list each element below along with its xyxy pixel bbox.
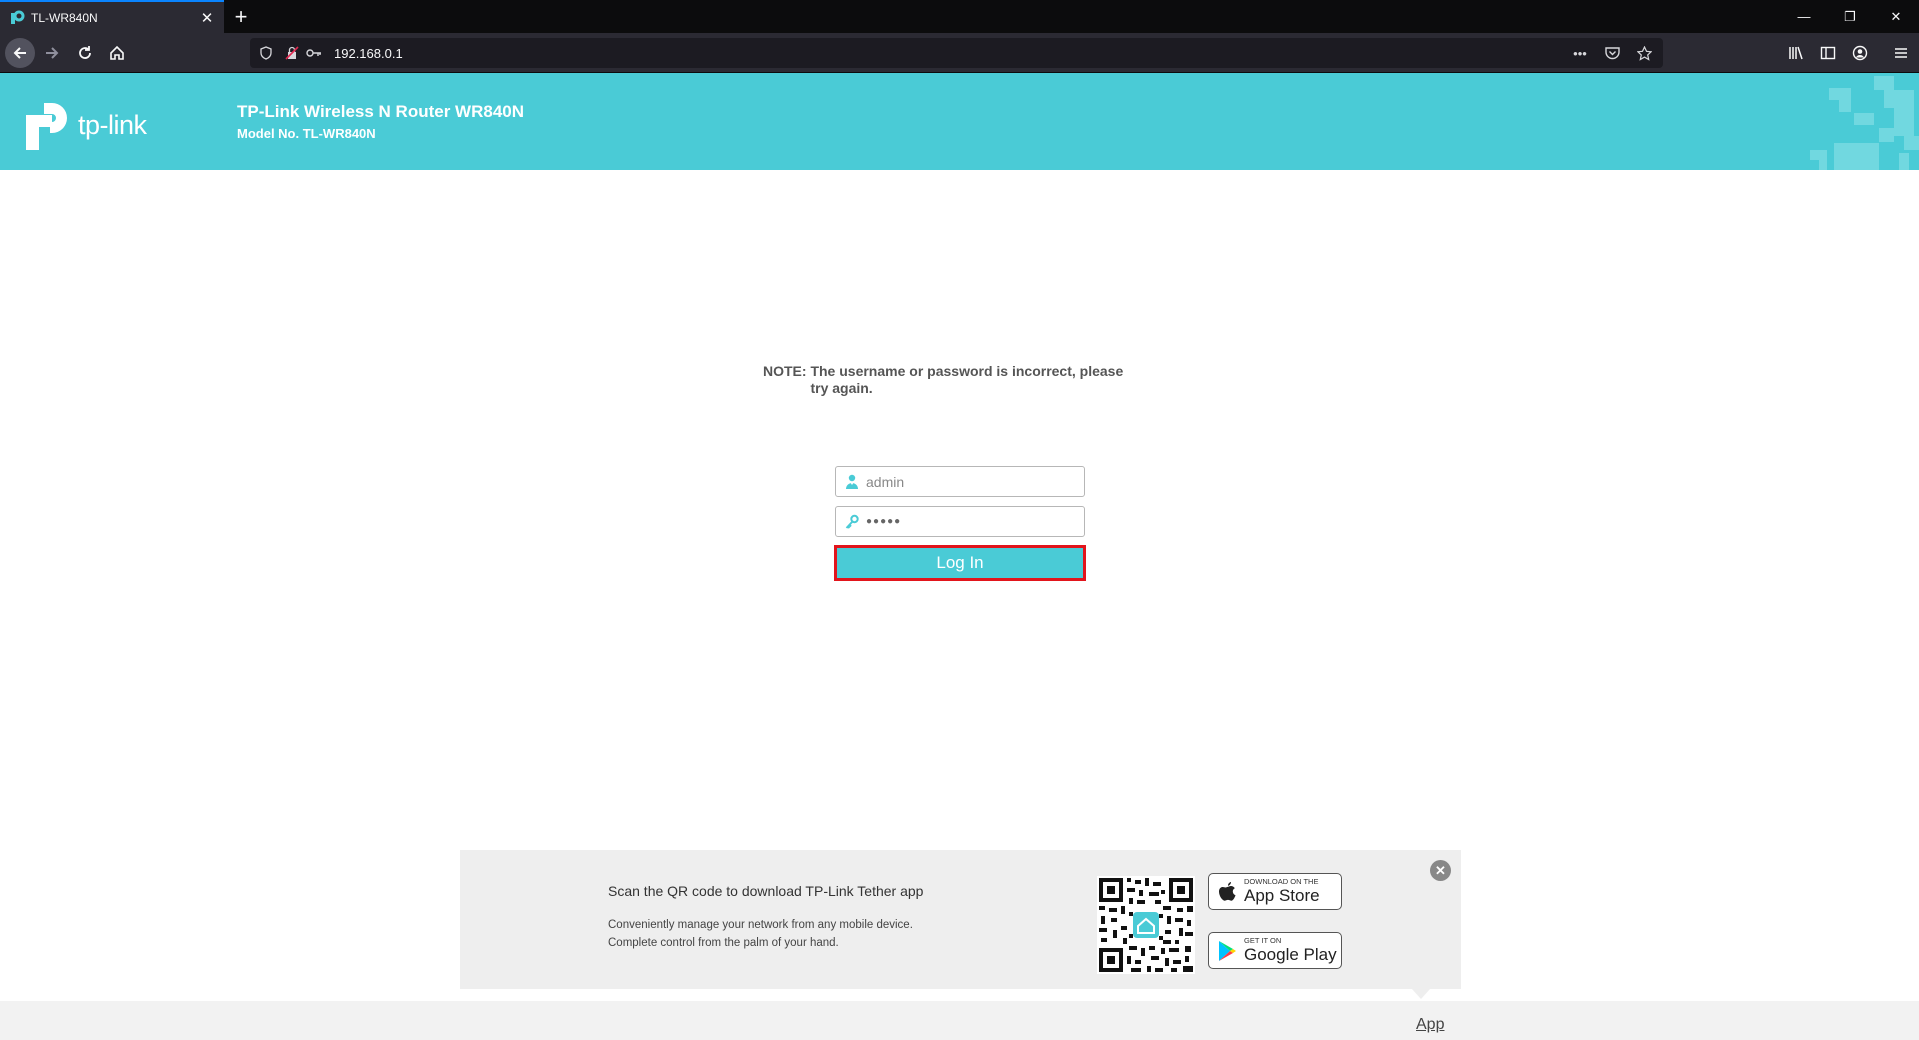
app-link[interactable]: App: [1416, 1016, 1444, 1034]
promo-description: Conveniently manage your network from an…: [608, 916, 913, 952]
login-button[interactable]: Log In: [834, 545, 1086, 581]
google-play-button[interactable]: GET IT ON Google Play: [1208, 932, 1342, 969]
shield-icon[interactable]: [256, 43, 276, 63]
browser-navbar: 192.168.0.1 •••: [0, 33, 1919, 73]
tab-title: TL-WR840N: [31, 10, 98, 25]
model-number: Model No. TL-WR840N: [237, 126, 376, 141]
tplink-favicon-icon: [9, 10, 25, 26]
promo-desc-line2: Complete control from the palm of your h…: [608, 937, 839, 949]
key-icon[interactable]: [304, 43, 324, 63]
google-play-icon: [1217, 940, 1239, 962]
app-store-text: App Store: [1244, 886, 1320, 905]
user-icon: [845, 474, 859, 490]
reload-icon[interactable]: [70, 38, 100, 68]
promo-desc-line1: Conveniently manage your network from an…: [608, 919, 913, 931]
url-text[interactable]: 192.168.0.1: [334, 46, 403, 61]
tplink-logo-icon: [26, 103, 67, 150]
browser-tab[interactable]: TL-WR840N ✕: [0, 0, 224, 33]
promo-pointer: [1412, 989, 1430, 999]
error-note: NOTE: The username or password is incorr…: [763, 363, 1163, 397]
account-icon[interactable]: [1845, 38, 1875, 68]
header-decoration: [1810, 76, 1919, 170]
promo-title: Scan the QR code to download TP-Link Tet…: [608, 883, 924, 899]
close-icon[interactable]: ✕: [1430, 860, 1451, 881]
sidebar-icon[interactable]: [1813, 38, 1843, 68]
page-actions-icon[interactable]: •••: [1569, 42, 1591, 64]
key-icon: [845, 514, 859, 530]
google-play-small-text: GET IT ON: [1244, 936, 1282, 945]
note-message: The username or password is incorrect, p…: [810, 363, 1124, 396]
username-field[interactable]: admin: [835, 466, 1085, 497]
minimize-icon[interactable]: —: [1781, 0, 1827, 33]
window-close-icon[interactable]: ✕: [1873, 0, 1919, 33]
restore-icon[interactable]: ❐: [1827, 0, 1873, 33]
app-store-small-text: DOWNLOAD ON THE: [1244, 877, 1319, 886]
footer: App: [0, 1001, 1919, 1040]
url-bar[interactable]: 192.168.0.1 •••: [250, 38, 1663, 68]
qr-code-image: [1097, 876, 1195, 974]
password-value: ●●●●●: [866, 516, 902, 527]
insecure-lock-icon[interactable]: [282, 43, 302, 63]
tab-close-icon[interactable]: ✕: [195, 6, 219, 30]
forward-arrow-icon[interactable]: [37, 38, 67, 68]
home-icon[interactable]: [102, 38, 132, 68]
bookmark-star-icon[interactable]: [1633, 42, 1655, 64]
note-label: NOTE:: [763, 363, 807, 379]
router-header: tp-link TP-Link Wireless N Router WR840N…: [0, 73, 1919, 170]
library-icon[interactable]: [1781, 38, 1811, 68]
password-field[interactable]: ●●●●●: [835, 506, 1085, 537]
apple-icon: [1217, 881, 1239, 903]
menu-hamburger-icon[interactable]: [1886, 38, 1916, 68]
google-play-text: Google Play: [1244, 945, 1337, 964]
pocket-icon[interactable]: [1601, 42, 1623, 64]
app-promo-panel: Scan the QR code to download TP-Link Tet…: [460, 850, 1461, 999]
back-arrow-icon[interactable]: [5, 38, 35, 68]
app-store-button[interactable]: DOWNLOAD ON THE App Store: [1208, 873, 1342, 910]
page-title: TP-Link Wireless N Router WR840N: [237, 102, 525, 121]
browser-tabbar: TL-WR840N ✕ + — ❐ ✕: [0, 0, 1919, 33]
logo-text: tp-link: [78, 109, 147, 140]
tplink-logo: tp-link: [24, 100, 147, 150]
new-tab-icon[interactable]: +: [228, 4, 254, 30]
username-value: admin: [866, 473, 905, 490]
